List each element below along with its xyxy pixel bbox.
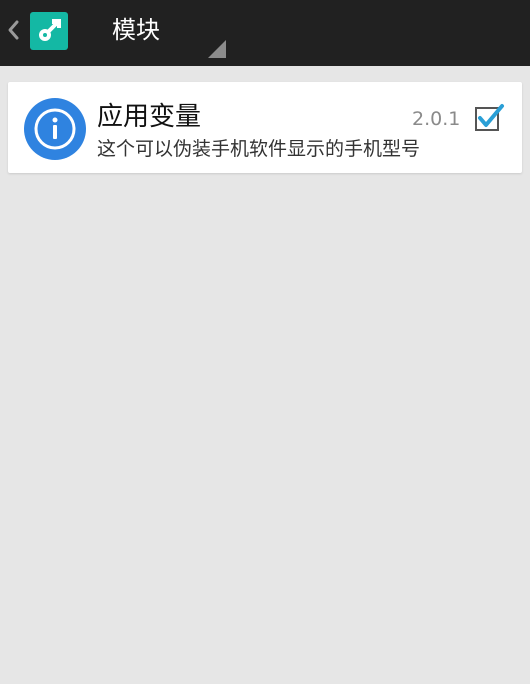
info-icon: [24, 98, 86, 160]
module-version: 2.0.1: [412, 108, 461, 130]
page-title[interactable]: 模块: [112, 14, 160, 46]
module-enable-checkbox[interactable]: [473, 102, 505, 134]
checkbox-checked-icon: [475, 104, 504, 131]
module-card[interactable]: 应用变量 2.0.1 这个可以伪装手机软件显示的手机型号: [8, 82, 522, 173]
action-bar: 模块: [0, 0, 530, 66]
module-description: 这个可以伪装手机软件显示的手机型号: [97, 138, 421, 160]
spinner-triangle-icon[interactable]: [208, 40, 226, 58]
module-name: 应用变量: [97, 102, 202, 132]
xposed-app-icon[interactable]: [30, 12, 68, 50]
back-chevron-icon[interactable]: [4, 14, 24, 46]
